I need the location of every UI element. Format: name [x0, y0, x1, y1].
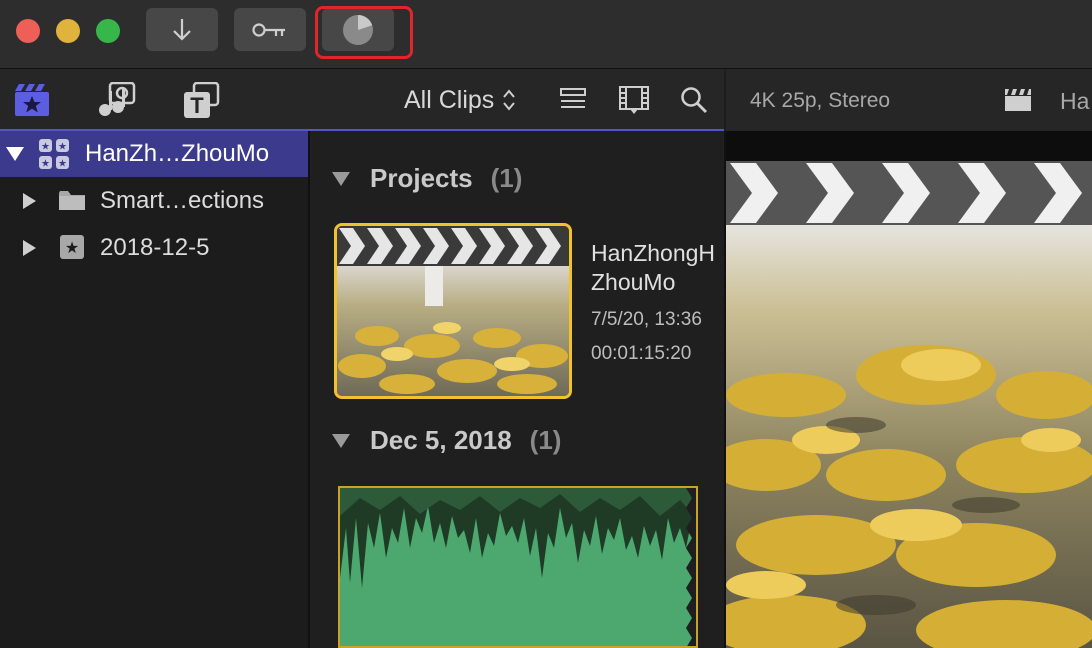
sidebar-item-label: 2018-12-5 [100, 234, 210, 261]
project-name-line1: HanZhongH [591, 240, 716, 266]
folder-icon [59, 191, 85, 210]
sidebar-item-event[interactable]: ★ 2018-12-5 [0, 225, 308, 271]
down-arrow-icon [173, 18, 191, 41]
viewer [726, 131, 1092, 648]
viewer-toolbar: 4K 25p, Stereo Ha [726, 69, 1092, 131]
event-star-icon: ★ [60, 235, 84, 259]
svg-text:★: ★ [41, 142, 50, 153]
clapperboard-icon [1005, 89, 1031, 111]
sidebar-item-smart-collections[interactable]: Smart…ections [0, 178, 308, 224]
close-window-button[interactable] [16, 19, 40, 43]
zoom-window-button[interactable] [96, 19, 120, 43]
disclosure-open-icon[interactable] [6, 147, 24, 161]
sidebar-item-label: Smart…ections [100, 187, 265, 214]
import-media-button[interactable] [146, 8, 218, 51]
libraries-icon[interactable] [14, 83, 50, 117]
disclosure-closed-icon[interactable] [23, 193, 36, 209]
photos-audio-icon[interactable] [96, 82, 136, 118]
title-bar [0, 0, 1092, 69]
project-date: 7/5/20, 13:36 [591, 309, 702, 330]
svg-text:★: ★ [65, 238, 79, 257]
updown-chevron-icon [503, 89, 516, 111]
titles-generators-icon[interactable]: T [182, 82, 220, 120]
list-view-icon[interactable] [560, 88, 586, 112]
svg-text:★: ★ [41, 159, 50, 170]
project-name-line2: ZhouMo [591, 269, 676, 295]
audio-waveform [340, 488, 696, 646]
library-toolbar: T [0, 69, 310, 131]
viewer-clapper-stripe [726, 161, 1092, 225]
disclosure-closed-icon[interactable] [23, 240, 36, 256]
clip-filter-label: All Clips [404, 85, 495, 114]
svg-text:★: ★ [58, 142, 67, 153]
svg-text:★: ★ [58, 159, 67, 170]
section-header-projects[interactable]: Projects (1) [310, 158, 724, 198]
clip-filter-popup[interactable]: All Clips [404, 83, 516, 117]
project-duration: 00:01:15:20 [591, 343, 692, 364]
viewer-frame-image [726, 225, 1092, 648]
sidebar-item-label: HanZh…ZhouMo [85, 140, 270, 167]
section-title: Dec 5, 2018 (1) [370, 424, 562, 455]
library-sidebar: ★ ★ ★ ★ HanZh…ZhouMo Smart…ections ★ 201… [0, 131, 310, 648]
clip-browser: Projects (1) HanZhongH ZhouMo 7/5/20, 13… [310, 131, 726, 648]
section-header-event-date[interactable]: Dec 5, 2018 (1) [310, 420, 724, 460]
filmstrip-icon[interactable] [618, 85, 650, 115]
viewer-format-label: 4K 25p, Stereo [750, 89, 891, 112]
key-icon [252, 22, 285, 37]
library-icon: ★ ★ ★ ★ [39, 139, 69, 170]
disclosure-open-icon[interactable] [332, 434, 350, 448]
sidebar-item-library[interactable]: ★ ★ ★ ★ HanZh…ZhouMo [0, 131, 308, 177]
clapper-stripe [337, 226, 569, 266]
section-title: Projects (1) [370, 162, 523, 193]
viewer-project-title: Ha [1060, 88, 1090, 114]
project-thumbnail[interactable] [334, 223, 572, 399]
highlight-annotation [315, 6, 413, 59]
project-info: HanZhongH ZhouMo 7/5/20, 13:36 00:01:15:… [591, 239, 724, 366]
browser-toolbar: All Clips [310, 69, 724, 131]
leaves-thumbnail-image [337, 266, 569, 396]
search-icon[interactable] [680, 86, 708, 114]
disclosure-open-icon[interactable] [332, 172, 350, 186]
svg-text:T: T [190, 93, 204, 118]
audio-clip-thumbnail[interactable] [338, 486, 698, 648]
minimize-window-button[interactable] [56, 19, 80, 43]
keyword-editor-button[interactable] [234, 8, 306, 51]
